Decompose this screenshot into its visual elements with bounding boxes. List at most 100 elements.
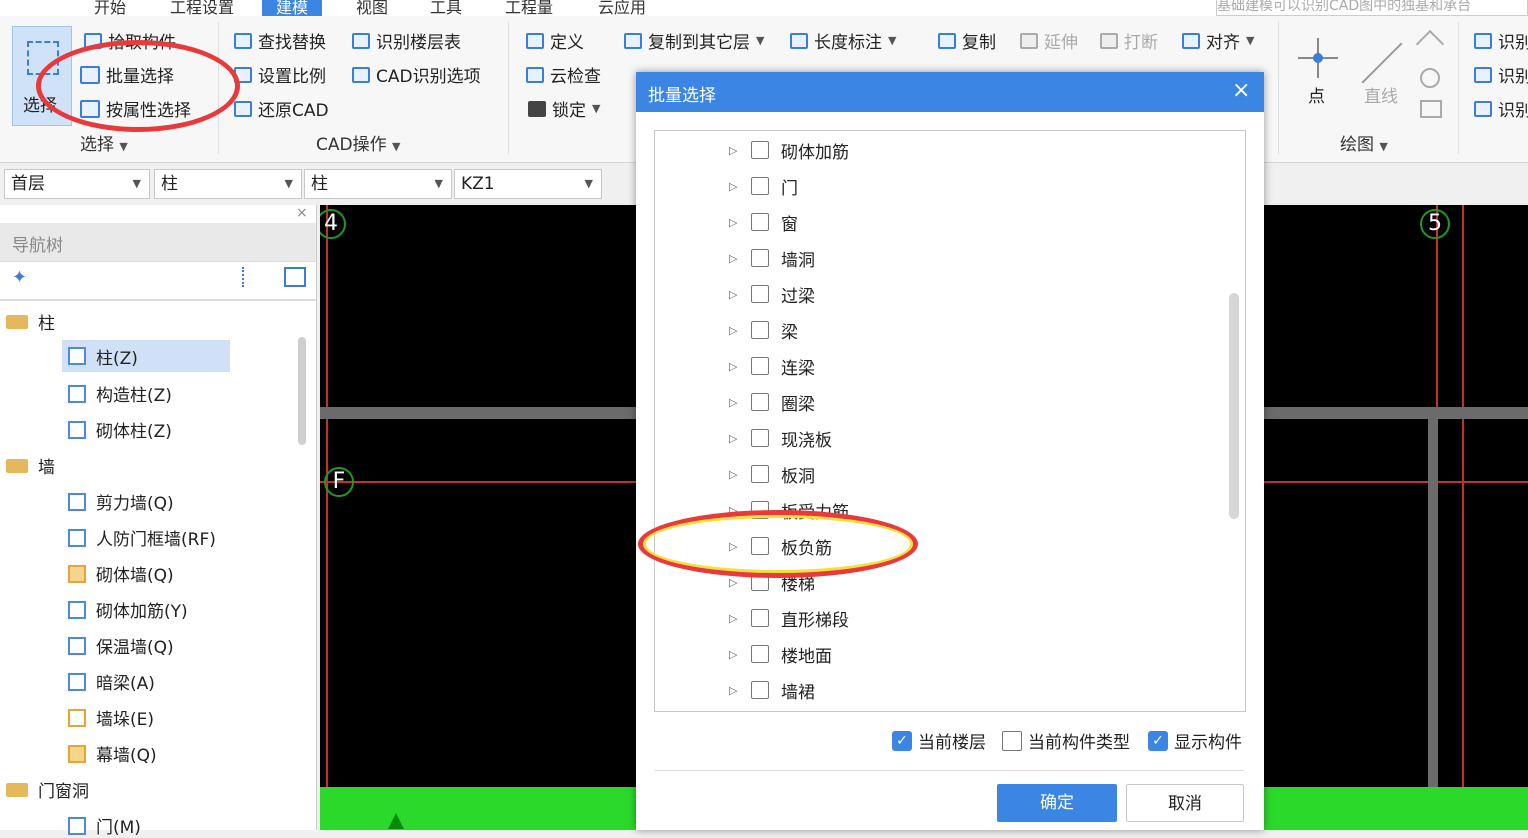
checkbox[interactable] (751, 609, 769, 627)
nav-folder-column[interactable]: 柱 (6, 309, 55, 334)
identify-button-1[interactable]: 识别 (1474, 28, 1528, 53)
lock-button[interactable]: 锁定 ▼ (528, 96, 600, 121)
ok-button[interactable]: 确定 (997, 784, 1117, 822)
expand-arrow-icon[interactable]: ▷ (729, 216, 739, 229)
cloud-check-button[interactable]: 云检查 (526, 62, 601, 87)
tree-item-slab-opening[interactable]: ▷ 板洞 (729, 459, 815, 489)
expand-arrow-icon[interactable]: ▷ (729, 288, 739, 301)
option-current-type[interactable]: 当前构件类型 (1002, 728, 1130, 753)
tree-item-wall-opening[interactable]: ▷ 墙洞 (729, 243, 815, 273)
checkbox[interactable] (751, 681, 769, 699)
tab-tools[interactable]: 工具 (430, 0, 462, 16)
nav-item-masonry-column[interactable]: 砌体柱(Z) (68, 417, 172, 442)
checkbox-checked-icon[interactable]: ✓ (892, 730, 912, 751)
option-current-floor[interactable]: ✓ 当前楼层 (892, 728, 986, 753)
checkbox-checked-icon[interactable]: ✓ (1148, 730, 1168, 751)
tree-item-floor-surface[interactable]: ▷ 楼地面 (729, 639, 832, 669)
identify-button-2[interactable]: 识别 (1474, 62, 1528, 87)
tab-start[interactable]: 开始 (94, 0, 126, 16)
nav-scrollbar[interactable] (298, 337, 306, 445)
sparkle-icon[interactable]: ✦ (12, 267, 27, 288)
component-name-dropdown[interactable]: KZ1 ▼ (454, 169, 602, 199)
expand-arrow-icon[interactable]: ▷ (729, 144, 739, 157)
checkbox[interactable] (751, 213, 769, 231)
panel-view-icon[interactable] (284, 267, 306, 287)
set-scale-button[interactable]: 设置比例 (234, 62, 326, 87)
checkbox[interactable] (751, 249, 769, 267)
define-button[interactable]: 定义 (526, 28, 584, 53)
expand-arrow-icon[interactable]: ▷ (729, 324, 739, 337)
align-button[interactable]: 对齐 ▼ (1182, 28, 1254, 53)
identify-button-3[interactable]: 识别 (1474, 96, 1528, 121)
length-mark-button[interactable]: 长度标注 ▼ (790, 28, 896, 53)
checkbox[interactable] (751, 465, 769, 483)
expand-arrow-icon[interactable]: ▷ (729, 576, 739, 589)
search-hint-box[interactable]: 基础建模可以识别CAD图中的独基和承台 (1216, 0, 1528, 16)
extend-button[interactable]: 延伸 (1020, 28, 1078, 53)
nav-folder-wall[interactable]: 墙 (6, 453, 55, 478)
option-show-components[interactable]: ✓ 显示构件 (1148, 728, 1242, 753)
expand-arrow-icon[interactable]: ▷ (729, 396, 739, 409)
tree-item-straight-flight[interactable]: ▷ 直形梯段 (729, 603, 849, 633)
tree-item-wainscot[interactable]: ▷ 墙裙 (729, 675, 815, 705)
tree-item-window[interactable]: ▷ 窗 (729, 207, 798, 237)
cancel-button[interactable]: 取消 (1126, 784, 1244, 822)
tree-item-door[interactable]: ▷ 门 (729, 171, 798, 201)
line-button[interactable]: 直线 (1364, 82, 1398, 107)
tab-project-settings[interactable]: 工程设置 (170, 0, 234, 16)
checkbox[interactable] (1002, 730, 1022, 751)
find-replace-button[interactable]: 查找替换 (234, 28, 326, 53)
tree-item-lintel[interactable]: ▷ 过梁 (729, 279, 815, 309)
cad-group-label[interactable]: CAD操作 ▼ (316, 130, 400, 155)
checkbox[interactable] (751, 177, 769, 195)
nav-item-door[interactable]: 门(M) (68, 813, 141, 838)
tree-item-beam[interactable]: ▷ 梁 (729, 315, 798, 345)
expand-arrow-icon[interactable]: ▷ (729, 468, 739, 481)
expand-arrow-icon[interactable]: ▷ (729, 180, 739, 193)
expand-arrow-icon[interactable]: ▷ (729, 252, 739, 265)
copy-button[interactable]: 复制 (938, 28, 996, 53)
expand-arrow-icon[interactable]: ▷ (729, 612, 739, 625)
expand-arrow-icon[interactable]: ▷ (729, 432, 739, 445)
checkbox[interactable] (751, 429, 769, 447)
tab-cloud[interactable]: 云应用 (598, 0, 646, 16)
break-button[interactable]: 打断 (1100, 28, 1158, 53)
checkbox[interactable] (751, 393, 769, 411)
checkbox[interactable] (751, 645, 769, 663)
draw-group-label[interactable]: 绘图 ▼ (1340, 130, 1388, 155)
tree-item-ring-beam[interactable]: ▷ 圈梁 (729, 387, 815, 417)
tree-item-masonry-rebar[interactable]: ▷ 砌体加筋 (729, 135, 849, 165)
nav-item-hidden-beam[interactable]: 暗梁(A) (68, 669, 155, 694)
checkbox[interactable] (751, 141, 769, 159)
close-icon[interactable]: × (1232, 78, 1250, 103)
point-button[interactable]: 点 (1308, 82, 1325, 107)
nav-item-curtain-wall[interactable]: 幕墙(Q) (68, 741, 157, 766)
nav-item-shear-wall[interactable]: 剪力墙(Q) (68, 489, 174, 514)
checkbox[interactable] (751, 357, 769, 375)
tree-item-cast-slab[interactable]: ▷ 现浇板 (729, 423, 832, 453)
component-category-dropdown[interactable]: 柱 ▼ (154, 169, 302, 199)
expand-arrow-icon[interactable]: ▷ (729, 360, 739, 373)
expand-arrow-icon[interactable]: ▷ (729, 648, 739, 661)
tree-item-coupling-beam[interactable]: ▷ 连梁 (729, 351, 815, 381)
nav-item-column-z[interactable]: 柱(Z) (62, 340, 230, 372)
checkbox[interactable] (751, 321, 769, 339)
tab-view[interactable]: 视图 (356, 0, 388, 16)
nav-item-masonry-wall[interactable]: 砌体墙(Q) (68, 561, 174, 586)
nav-folder-openings[interactable]: 门窗洞 (6, 777, 89, 802)
nav-item-constructional-column[interactable]: 构造柱(Z) (68, 381, 172, 406)
floor-dropdown[interactable]: 首层 ▼ (4, 169, 150, 199)
nav-item-civil-defense-wall[interactable]: 人防门框墙(RF) (68, 525, 216, 550)
list-view-icon[interactable] (242, 267, 264, 287)
tab-modeling[interactable]: 建模 (262, 0, 323, 16)
nav-item-masonry-rebar[interactable]: 砌体加筋(Y) (68, 597, 188, 622)
expand-arrow-icon[interactable]: ▷ (729, 684, 739, 697)
tree-scrollbar[interactable] (1229, 293, 1239, 519)
nav-item-wall-pier[interactable]: 墙垛(E) (68, 705, 154, 730)
nav-item-insulation-wall[interactable]: 保温墙(Q) (68, 633, 174, 658)
restore-cad-button[interactable]: 还原CAD (234, 96, 329, 121)
checkbox[interactable] (751, 285, 769, 303)
component-type-dropdown[interactable]: 柱 ▼ (304, 169, 452, 199)
copy-to-floor-button[interactable]: 复制到其它层 ▼ (624, 28, 764, 53)
close-icon[interactable]: × (296, 205, 308, 221)
